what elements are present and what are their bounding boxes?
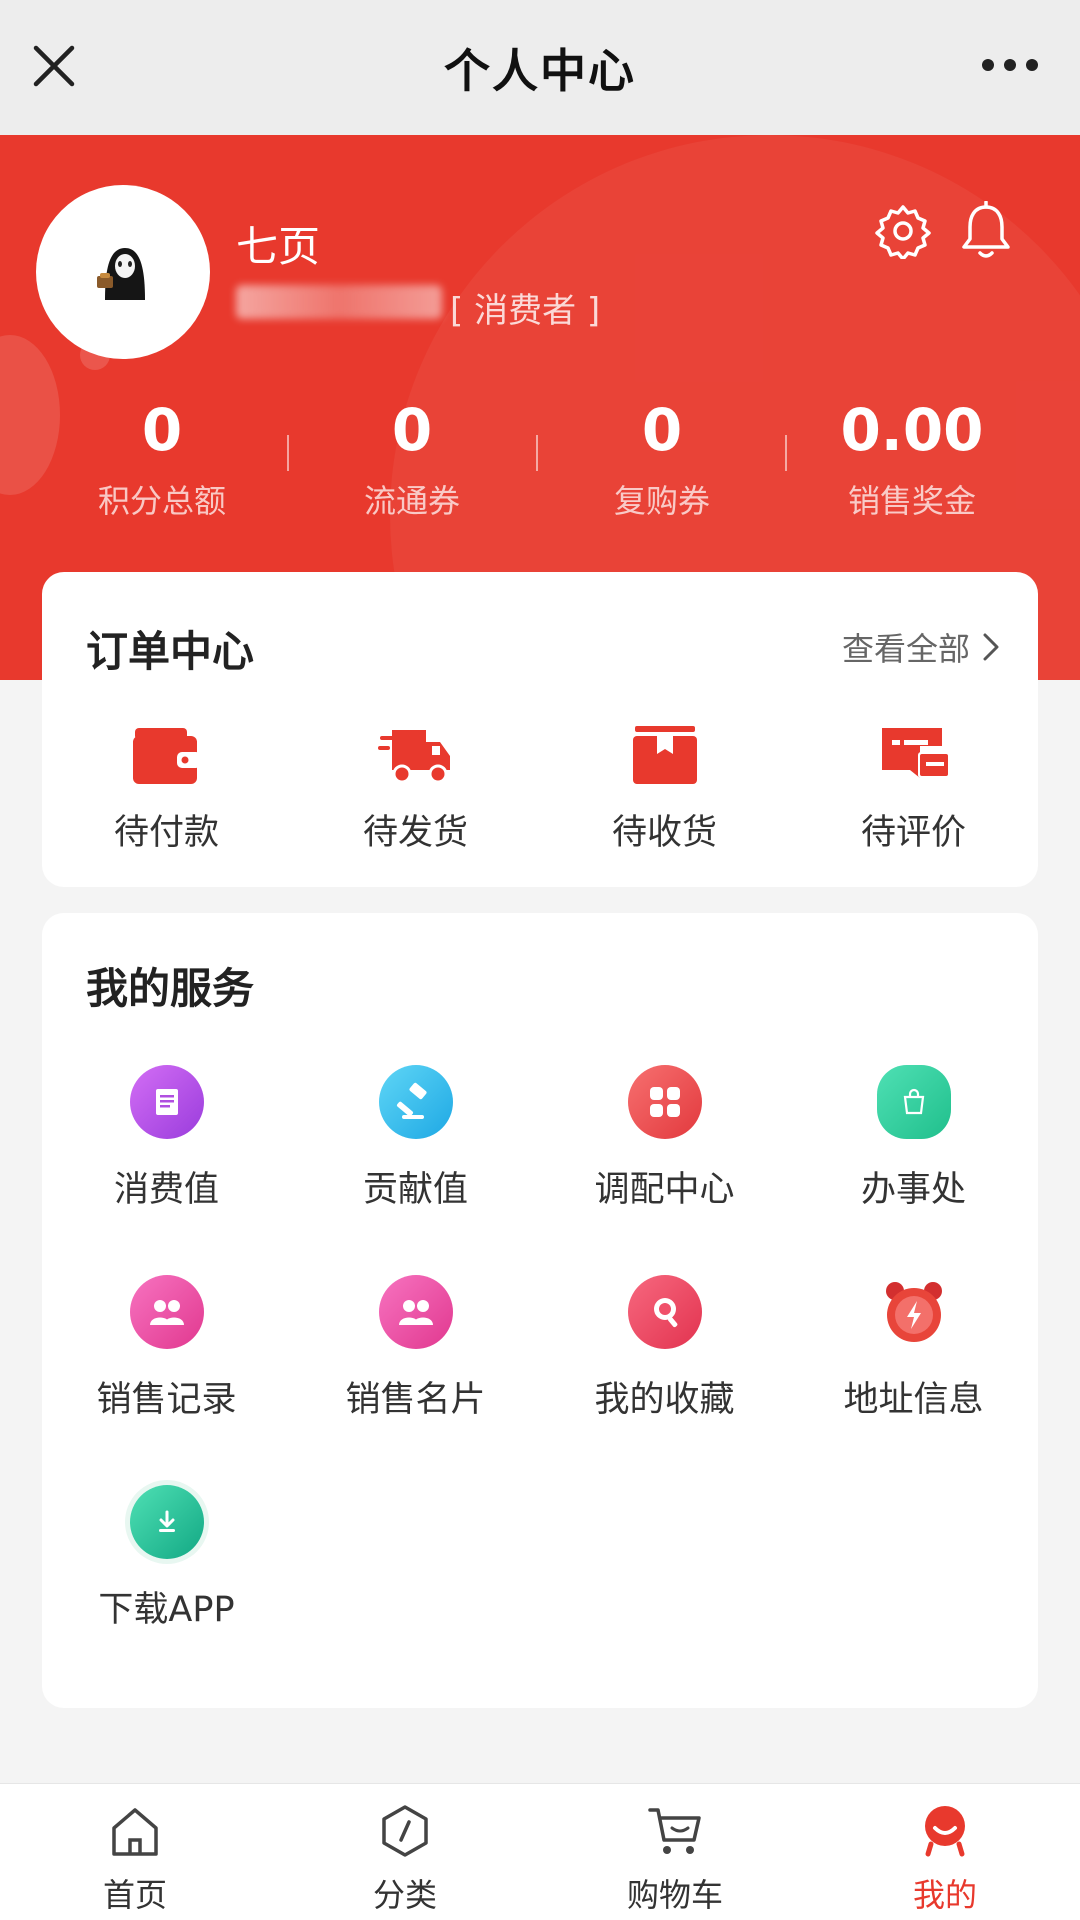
order-pending-payment[interactable]: 待付款 <box>42 722 291 855</box>
service-address-info[interactable]: 地址信息 <box>789 1275 1038 1422</box>
service-label: 办事处 <box>860 1170 966 1210</box>
users-icon <box>378 1275 453 1349</box>
avatar[interactable] <box>36 185 210 359</box>
order-pending-shipment[interactable]: 待发货 <box>291 722 540 855</box>
stat-divider <box>785 435 787 471</box>
account-stats: 0 积分总额 0 流通券 0 复购券 0.00 销售奖金 <box>0 390 1080 530</box>
stat-label: 积分总额 <box>97 482 226 520</box>
service-sales-records[interactable]: 销售记录 <box>42 1275 291 1422</box>
stat-repurchase-coupon[interactable]: 0 复购券 <box>537 390 787 522</box>
stat-divider <box>287 435 289 471</box>
order-item-label: 待发货 <box>362 813 468 853</box>
service-label: 销售记录 <box>96 1380 237 1420</box>
user-role: [ 消费者 ] <box>450 291 601 331</box>
tab-label: 购物车 <box>626 1876 723 1914</box>
order-item-label: 待付款 <box>113 813 219 853</box>
bottom-tab-bar: 首页 分类 购物车 我的 <box>0 1783 1080 1920</box>
tab-mine[interactable]: 我的 <box>810 1802 1080 1916</box>
order-center-title: 订单中心 <box>86 627 255 676</box>
stat-circulation-coupon[interactable]: 0 流通券 <box>287 390 537 522</box>
avatar-character-icon <box>97 248 145 300</box>
profile-icon <box>925 1806 965 1857</box>
tab-cart[interactable]: 购物车 <box>540 1802 810 1916</box>
stat-points-total[interactable]: 0 积分总额 <box>37 390 287 522</box>
order-center-card: 订单中心 查看全部 待付款 待发货 待收货 待评价 <box>42 572 1038 887</box>
service-sales-card[interactable]: 销售名片 <box>291 1275 540 1422</box>
users-icon <box>129 1275 204 1349</box>
service-download-app[interactable]: 下载APP <box>42 1485 291 1632</box>
tab-home[interactable]: 首页 <box>0 1802 270 1916</box>
wallet-icon <box>132 728 201 784</box>
category-icon <box>382 1805 428 1857</box>
service-contribution-value[interactable]: 贡献值 <box>291 1065 540 1212</box>
top-navbar: 个人中心 <box>0 0 1080 135</box>
download-icon <box>129 1485 204 1559</box>
view-all-orders-link[interactable]: 查看全部 <box>842 624 1002 670</box>
settings-gear-icon[interactable] <box>875 203 931 259</box>
stat-sales-bonus[interactable]: 0.00 销售奖金 <box>787 390 1037 522</box>
service-office[interactable]: 办事处 <box>789 1065 1038 1212</box>
service-label: 下载APP <box>98 1590 235 1630</box>
service-label: 我的收藏 <box>594 1380 735 1420</box>
tab-category[interactable]: 分类 <box>270 1802 540 1916</box>
service-label: 销售名片 <box>345 1380 486 1420</box>
shopping-bag-icon <box>876 1065 951 1139</box>
order-pending-receipt[interactable]: 待收货 <box>540 722 789 855</box>
service-dispatch-center[interactable]: 调配中心 <box>540 1065 789 1212</box>
stat-divider <box>536 435 538 471</box>
stat-value: 0 <box>391 396 433 464</box>
masked-phone-number <box>236 285 442 319</box>
tab-label: 我的 <box>912 1876 977 1914</box>
home-icon <box>112 1808 158 1856</box>
chevron-right-icon <box>983 633 999 661</box>
tab-label: 首页 <box>102 1876 167 1914</box>
stat-value: 0 <box>141 396 183 464</box>
service-label: 消费值 <box>113 1170 219 1210</box>
order-pending-review[interactable]: 待评价 <box>789 722 1038 855</box>
stat-label: 复购券 <box>613 482 710 520</box>
document-icon <box>129 1065 204 1139</box>
stat-value: 0 <box>641 396 683 464</box>
view-all-label: 查看全部 <box>841 630 970 668</box>
search-icon <box>627 1275 702 1349</box>
stat-value: 0.00 <box>840 396 984 464</box>
service-consumption-value[interactable]: 消费值 <box>42 1065 291 1212</box>
cart-icon <box>648 1808 701 1854</box>
service-my-favorites[interactable]: 我的收藏 <box>540 1275 789 1422</box>
stat-label: 销售奖金 <box>847 482 976 520</box>
my-services-card: 我的服务 消费值 贡献值 调配中心 办事处 销售记录 销售名片 我的收藏 地址信… <box>42 913 1038 1708</box>
service-label: 调配中心 <box>594 1170 735 1210</box>
gavel-icon <box>378 1065 453 1139</box>
more-options-icon[interactable] <box>980 50 1040 80</box>
username: 七页 <box>236 222 321 271</box>
page-title: 个人中心 <box>444 43 636 98</box>
stat-label: 流通券 <box>363 482 460 520</box>
order-item-label: 待收货 <box>611 813 717 853</box>
alarm-clock-icon <box>877 1275 951 1349</box>
order-item-label: 待评价 <box>860 813 966 853</box>
review-card-icon <box>881 728 950 778</box>
tab-label: 分类 <box>372 1876 437 1914</box>
close-icon[interactable] <box>30 42 78 90</box>
grid-icon <box>627 1065 702 1139</box>
notification-bell-icon[interactable] <box>958 201 1014 261</box>
delivery-truck-icon <box>377 730 450 784</box>
service-label: 地址信息 <box>843 1380 984 1420</box>
my-services-title: 我的服务 <box>86 964 255 1013</box>
package-box-icon <box>632 726 697 784</box>
service-label: 贡献值 <box>362 1170 468 1210</box>
